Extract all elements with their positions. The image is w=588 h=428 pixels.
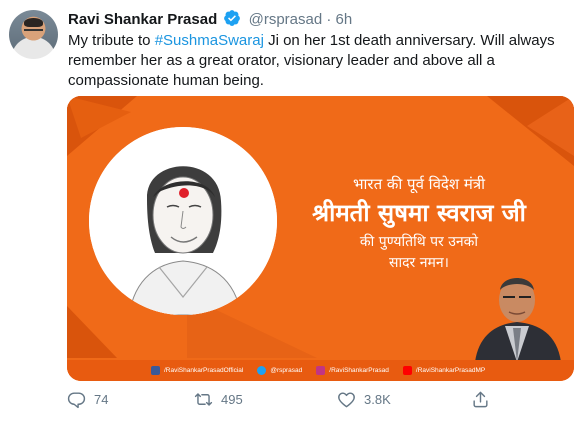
- reply-icon: [67, 392, 86, 409]
- retweet-count: 495: [221, 392, 243, 407]
- retweet-icon: [194, 393, 213, 406]
- social-twitter-label: @rsprasad: [270, 367, 303, 374]
- twitter-icon: [257, 366, 267, 375]
- avatar-hair: [24, 18, 43, 27]
- social-youtube-label: /RaviShankarPrasadMP: [415, 367, 486, 374]
- tweet-actions: 74 495 3.8K: [67, 390, 517, 414]
- social-instagram-label: /RaviShankarPrasad: [329, 367, 389, 374]
- tweet-header: Ravi Shankar Prasad @rsprasad · 6h: [68, 9, 352, 30]
- reply-count: 74: [94, 392, 109, 407]
- card-line-3: की पुण्यतिथि पर उनको: [359, 234, 479, 250]
- card-line-1: भारत की पूर्व विदेश मंत्री: [353, 175, 485, 193]
- card-line-2: श्रीमती सुषमा स्वराज जी: [312, 199, 526, 227]
- separator-dot: ·: [326, 11, 332, 28]
- youtube-icon: [402, 366, 412, 375]
- tweet-text: My tribute to #SushmaSwaraj Ji on her 1s…: [68, 31, 568, 91]
- like-count: 3.8K: [364, 392, 391, 407]
- author-handle[interactable]: @rsprasad: [249, 11, 323, 28]
- share-icon: [473, 391, 488, 408]
- share-button[interactable]: [471, 390, 490, 409]
- avatar[interactable]: [9, 10, 58, 59]
- author-name[interactable]: Ravi Shankar Prasad: [68, 11, 217, 28]
- portrait-sketch: [89, 127, 277, 315]
- heart-icon: [338, 392, 355, 408]
- social-twitter[interactable]: @rsprasad: [257, 366, 302, 375]
- avatar-glasses: [24, 29, 43, 33]
- social-links-bar: /RaviShankarPrasadOfficial @rsprasad /Ra…: [67, 360, 574, 381]
- social-youtube[interactable]: /RaviShankarPrasadMP: [402, 366, 486, 375]
- social-facebook-label: /RaviShankarPrasadOfficial: [164, 367, 244, 374]
- tweet-image-card[interactable]: भारत की पूर्व विदेश मंत्री श्रीमती सुषमा…: [67, 96, 574, 381]
- facebook-icon: [151, 366, 160, 375]
- social-instagram[interactable]: /RaviShankarPrasad: [316, 366, 389, 375]
- tweet-timestamp[interactable]: 6h: [336, 11, 353, 28]
- reply-button[interactable]: 74: [67, 390, 108, 409]
- like-button[interactable]: 3.8K: [337, 390, 391, 409]
- tweet-text-before: My tribute to: [68, 32, 155, 49]
- portrait-sketch-drawing: [89, 127, 277, 315]
- retweet-button[interactable]: 495: [194, 390, 243, 409]
- minister-photo: [475, 278, 561, 362]
- verified-badge-icon: [224, 10, 241, 26]
- hashtag-link[interactable]: #SushmaSwaraj: [155, 32, 264, 49]
- instagram-icon: [316, 366, 326, 375]
- social-facebook[interactable]: /RaviShankarPrasadOfficial: [151, 366, 243, 375]
